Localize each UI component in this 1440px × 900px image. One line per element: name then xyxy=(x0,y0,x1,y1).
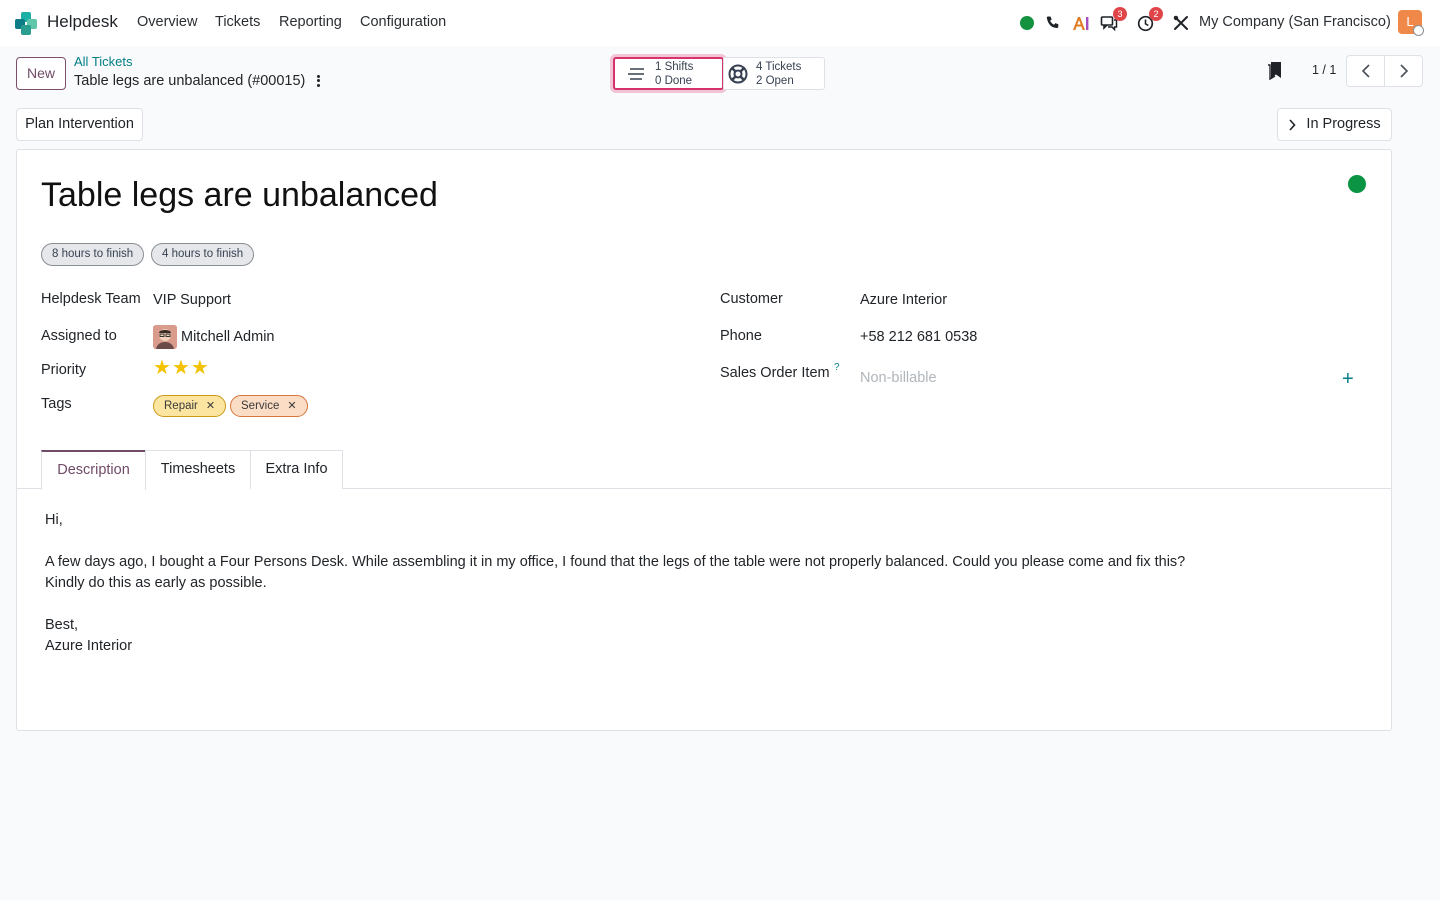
description-line: Hi, xyxy=(45,512,63,528)
description-line: A few days ago, I bought a Four Persons … xyxy=(45,554,1186,570)
kanban-state-indicator[interactable] xyxy=(1348,175,1366,193)
tag-label: Repair xyxy=(164,400,198,412)
customer-field[interactable]: Azure Interior xyxy=(860,292,947,308)
bookmark-icon[interactable] xyxy=(1266,61,1284,81)
phone-icon[interactable] xyxy=(1043,13,1063,33)
tickets-smart-button[interactable]: 4 Tickets 2 Open xyxy=(723,57,825,90)
pager-next-button[interactable] xyxy=(1384,55,1423,87)
avatar xyxy=(153,325,177,349)
assigned-to-field[interactable]: Mitchell Admin xyxy=(181,329,274,345)
sales-order-item-label: Sales Order Item xyxy=(720,365,830,381)
tag-label: Service xyxy=(241,400,280,412)
menu-tickets[interactable]: Tickets xyxy=(215,14,260,30)
remove-tag-icon[interactable]: ✕ xyxy=(206,396,215,416)
assigned-to-label: Assigned to xyxy=(41,328,117,344)
priority-stars[interactable]: ★ ★ ★ xyxy=(153,358,209,378)
description-line: Kindly do this as early as possible. xyxy=(45,575,267,591)
tab-description[interactable]: Description xyxy=(41,450,146,490)
plan-intervention-button[interactable]: Plan Intervention xyxy=(16,108,143,141)
stage-label: In Progress xyxy=(1306,116,1381,132)
helpdesk-team-field[interactable]: VIP Support xyxy=(153,292,231,308)
pager-previous-button[interactable] xyxy=(1346,55,1385,87)
phone-label: Phone xyxy=(720,328,762,344)
tickets-count: 4 Tickets xyxy=(756,60,802,73)
user-status-icon xyxy=(1413,25,1424,36)
description-line: Azure Interior xyxy=(45,638,133,654)
company-switcher[interactable]: My Company (San Francisco) xyxy=(1199,14,1391,30)
sla-tag: 8 hours to finish xyxy=(41,243,145,266)
menu-overview[interactable]: Overview xyxy=(137,14,197,30)
shifts-done: 0 Done xyxy=(655,74,693,87)
chevron-left-icon xyxy=(1361,64,1370,78)
tickets-open: 2 Open xyxy=(756,74,794,87)
star-icon[interactable]: ★ xyxy=(191,358,209,378)
tags-label: Tags xyxy=(41,396,72,412)
stage-in-progress[interactable]: In Progress xyxy=(1277,108,1392,141)
tab-timesheets[interactable]: Timesheets xyxy=(145,450,251,489)
star-icon[interactable]: ★ xyxy=(153,358,171,378)
sales-order-item-field[interactable]: Non-billable xyxy=(860,370,937,386)
messages-icon[interactable]: 3 xyxy=(1099,7,1127,33)
chevron-right-icon xyxy=(1289,118,1296,131)
tab-extra-info[interactable]: Extra Info xyxy=(250,450,343,489)
tasks-list-icon xyxy=(628,67,644,80)
messages-badge: 3 xyxy=(1113,7,1127,21)
menu-configuration[interactable]: Configuration xyxy=(360,14,446,30)
helpdesk-team-label: Helpdesk Team xyxy=(41,291,141,307)
add-sales-order-item-icon[interactable]: + xyxy=(1342,368,1354,391)
priority-label: Priority xyxy=(41,362,87,378)
ticket-title[interactable]: Table legs are unbalanced xyxy=(41,176,438,215)
phone-field[interactable]: +58 212 681 0538 xyxy=(860,329,977,345)
pager-value[interactable]: 1 / 1 xyxy=(1312,63,1336,77)
top-navbar: Helpdesk Overview Tickets Reporting Conf… xyxy=(0,0,1440,46)
lifebuoy-icon xyxy=(728,64,748,83)
activities-badge: 2 xyxy=(1149,7,1163,21)
menu-reporting[interactable]: Reporting xyxy=(279,14,342,30)
new-button[interactable]: New xyxy=(16,57,66,90)
sla-tag: 4 hours to finish xyxy=(151,243,255,266)
remove-tag-icon[interactable]: ✕ xyxy=(287,396,296,416)
tag-service: Service ✕ xyxy=(230,395,308,417)
form-sheet: Table legs are unbalanced 8 hours to fin… xyxy=(16,149,1392,731)
description-editor[interactable]: Hi, A few days ago, I bought a Four Pers… xyxy=(45,510,1185,657)
shifts-smart-button[interactable]: 1 Shifts 0 Done xyxy=(613,57,724,90)
status-online-icon[interactable] xyxy=(1017,13,1037,33)
tag-repair: Repair ✕ xyxy=(153,395,227,417)
actions-menu-icon[interactable] xyxy=(312,72,324,90)
ai-icon[interactable] xyxy=(1071,13,1091,33)
chevron-right-icon xyxy=(1399,64,1408,78)
debug-tools-icon[interactable] xyxy=(1171,13,1191,33)
help-tooltip-icon[interactable]: ? xyxy=(834,362,840,373)
breadcrumb-current-record: Table legs are unbalanced (#00015) xyxy=(74,73,306,89)
description-line: Best, xyxy=(45,617,79,633)
shifts-count: 1 Shifts xyxy=(655,60,694,73)
activity-clock-icon[interactable]: 2 xyxy=(1135,7,1163,33)
app-name[interactable]: Helpdesk xyxy=(47,12,118,32)
breadcrumb-all-tickets[interactable]: All Tickets xyxy=(74,54,133,69)
helpdesk-app-icon[interactable] xyxy=(14,11,38,35)
star-icon[interactable]: ★ xyxy=(172,358,190,378)
customer-label: Customer xyxy=(720,291,783,307)
